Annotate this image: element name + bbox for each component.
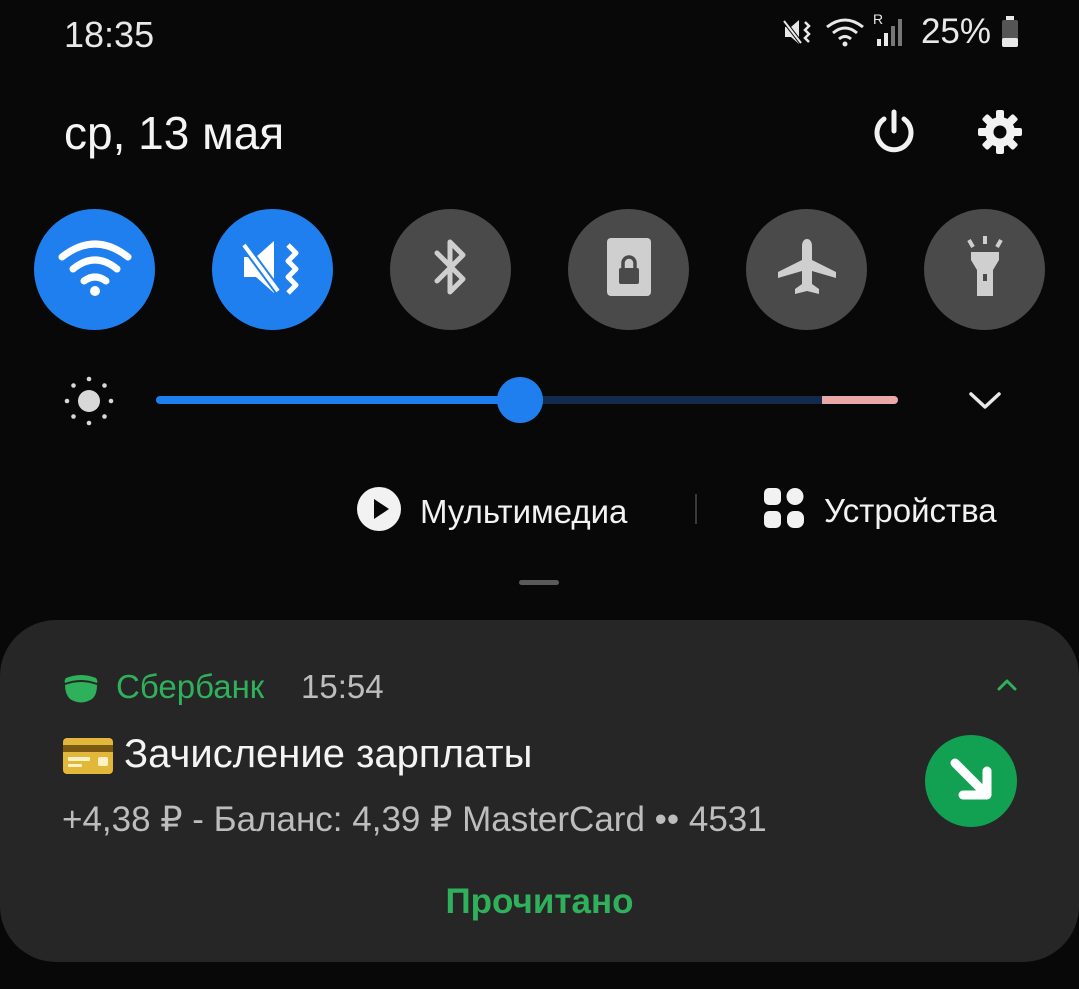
- expand-button[interactable]: [962, 380, 1008, 424]
- brightness-slider[interactable]: [156, 377, 898, 423]
- arrow-down-right-icon: [943, 751, 999, 812]
- credit-card-icon: [62, 737, 114, 780]
- brightness-thumb[interactable]: [496, 377, 543, 423]
- toggle-airplane[interactable]: [746, 209, 867, 330]
- flashlight-icon: [957, 234, 1013, 305]
- devices-button[interactable]: Устройства: [762, 486, 997, 535]
- date-label: ср, 13 мая: [64, 107, 285, 159]
- sberbank-logo-icon: [62, 668, 100, 711]
- wifi-icon: [58, 237, 132, 302]
- battery-percent: 25%: [920, 12, 991, 51]
- app-name: Сбербанк: [116, 668, 265, 705]
- toggle-flashlight[interactable]: [924, 209, 1045, 330]
- devices-label: Устройства: [824, 491, 997, 529]
- status-time: 18:35: [64, 14, 155, 55]
- media-button[interactable]: Мультимедиа: [356, 486, 627, 537]
- notification-shade: 18:35 R 25% ср, 13 мая Мультимедиа Устро…: [0, 0, 1079, 989]
- chevron-down-icon: [968, 390, 1002, 415]
- media-label: Мультимедиа: [420, 492, 628, 530]
- battery-icon: [1001, 16, 1019, 48]
- play-icon: [356, 486, 402, 537]
- devices-icon: [762, 486, 806, 535]
- brightness-icon: [62, 374, 116, 433]
- chevron-up-icon: [996, 678, 1018, 697]
- toggle-wifi[interactable]: [34, 209, 155, 330]
- gear-icon: [976, 108, 1024, 161]
- portrait-lock-icon: [604, 236, 654, 303]
- wifi-icon: [825, 17, 865, 47]
- toggle-bluetooth[interactable]: [390, 209, 511, 330]
- settings-button[interactable]: [970, 104, 1030, 164]
- notification-body: +4,38 ₽ - Баланс: 4,39 ₽ MasterCard •• 4…: [62, 800, 767, 839]
- drag-handle[interactable]: [519, 580, 559, 585]
- mark-read-button[interactable]: Прочитано: [0, 882, 1079, 922]
- notification-time: 15:54: [301, 668, 384, 705]
- bluetooth-icon: [431, 235, 471, 304]
- sberbank-app-icon[interactable]: [925, 735, 1017, 827]
- vibrate-icon: [781, 17, 815, 47]
- toggle-portrait-lock[interactable]: [568, 209, 689, 330]
- status-icons: R 25%: [781, 11, 1019, 52]
- collapse-button[interactable]: [986, 672, 1028, 702]
- brightness-high-zone: [822, 396, 898, 404]
- vibrate-icon: [238, 235, 308, 304]
- brightness-fill: [156, 396, 520, 404]
- airplane-icon: [774, 235, 840, 304]
- power-button[interactable]: [864, 104, 924, 164]
- toggle-vibrate[interactable]: [212, 209, 333, 330]
- notification-title: Зачисление зарплаты: [124, 732, 533, 776]
- power-icon: [869, 107, 919, 162]
- signal-icon: R: [873, 11, 905, 47]
- roaming-tag: R: [872, 11, 884, 27]
- divider: [695, 494, 697, 524]
